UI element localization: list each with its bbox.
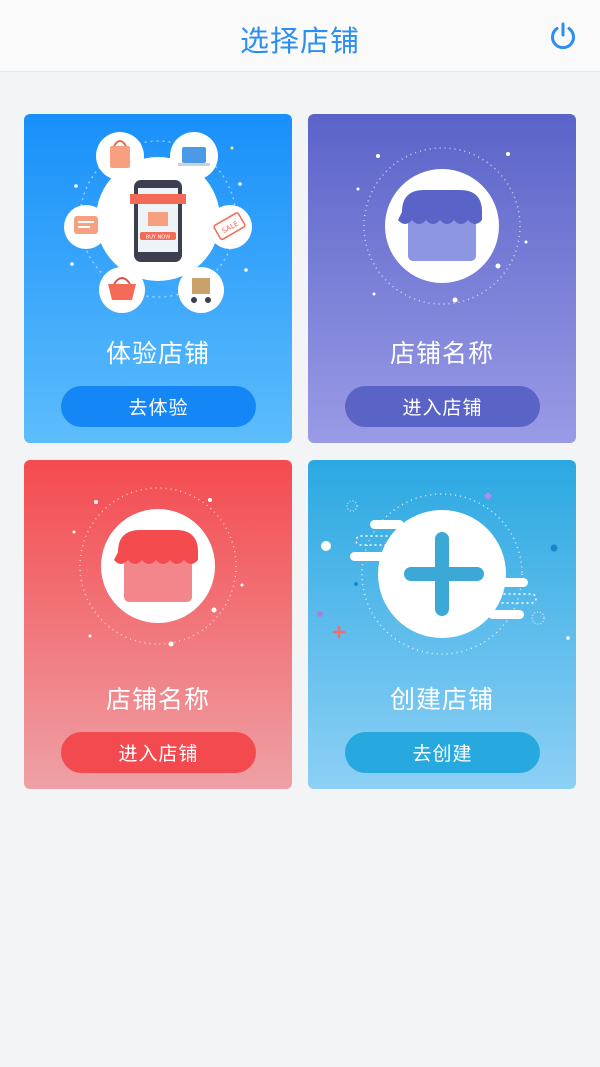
card-store-red[interactable]: 店铺名称 进入店铺 — [24, 460, 292, 789]
plus-icon — [317, 492, 570, 655]
shopping-illustration: BUY NOW SALE — [64, 132, 252, 313]
card-store-purple[interactable]: 店铺名称 进入店铺 — [308, 114, 576, 443]
app-header: 选择店铺 — [0, 0, 600, 72]
power-icon[interactable] — [548, 21, 578, 51]
card-title: 店铺名称 — [389, 339, 494, 368]
card-experience-store[interactable]: BUY NOW SALE 体验店铺 去体验 — [24, 114, 292, 443]
create-store-button[interactable]: 去创建 — [345, 732, 540, 773]
card-title: 店铺名称 — [105, 685, 210, 714]
page-title: 选择店铺 — [239, 24, 360, 58]
card-title: 体验店铺 — [105, 339, 210, 368]
enter-store-button[interactable]: 进入店铺 — [61, 732, 256, 773]
enter-store-button[interactable]: 进入店铺 — [345, 386, 540, 427]
card-title: 创建店铺 — [389, 685, 494, 714]
card-create-store[interactable]: 创建店铺 去创建 — [308, 460, 576, 789]
storefront-icon — [356, 147, 528, 305]
buy-now-label: BUY NOW — [146, 235, 170, 241]
try-store-button[interactable]: 去体验 — [61, 386, 256, 427]
storefront-icon — [72, 487, 244, 647]
